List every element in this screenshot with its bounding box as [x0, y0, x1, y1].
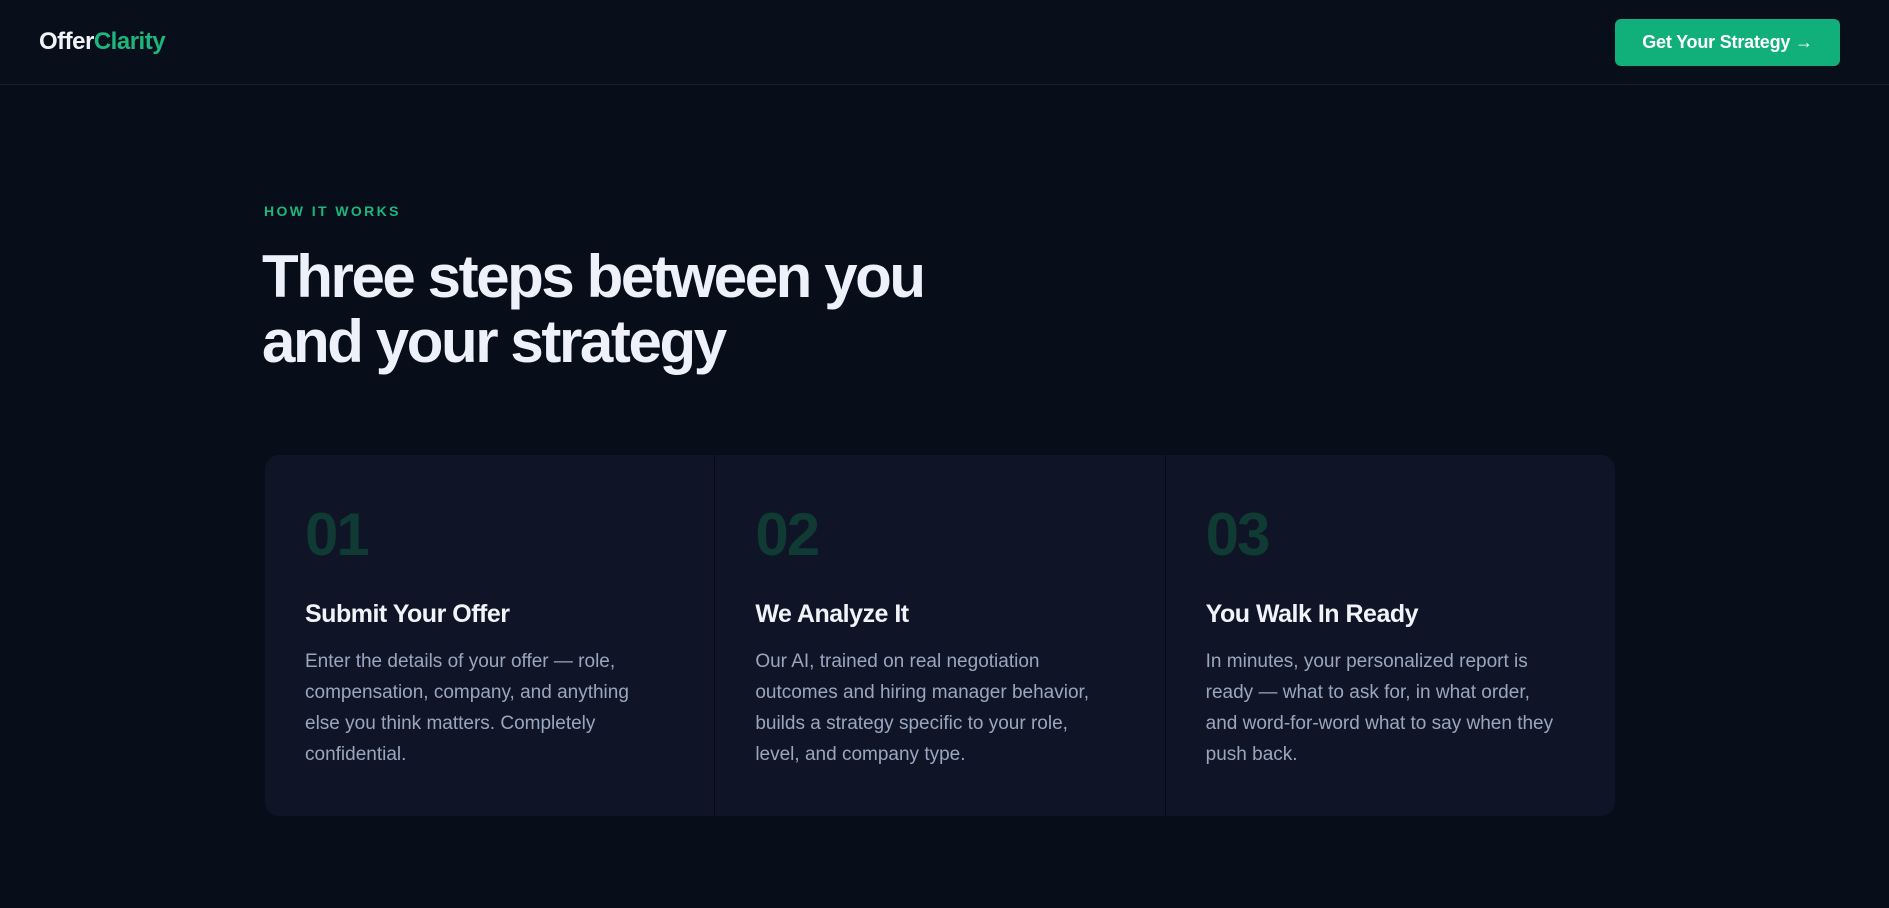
- step-title: Submit Your Offer: [305, 600, 510, 628]
- step-title: You Walk In Ready: [1205, 600, 1419, 628]
- headline-line-1: Three steps between you: [262, 243, 926, 310]
- section-headline: Three steps between you and your strateg…: [262, 244, 1022, 374]
- step-number: 01: [305, 501, 370, 568]
- step-card-1: 01 Submit Your Offer Enter the details o…: [265, 455, 716, 816]
- top-nav: OfferClarity Get Your Strategy →: [0, 0, 1889, 85]
- step-title: We Analyze It: [755, 600, 909, 628]
- step-description: In minutes, your personalized report is …: [1205, 651, 1554, 765]
- steps-grid: 01 Submit Your Offer Enter the details o…: [265, 455, 1615, 816]
- headline-line-2: and your strategy: [262, 308, 727, 375]
- section-eyebrow: HOW IT WORKS: [264, 203, 401, 219]
- step-number: 03: [1205, 501, 1271, 568]
- step-description: Enter the details of your offer — role, …: [305, 651, 629, 765]
- brand-logo[interactable]: OfferClarity: [39, 28, 166, 56]
- get-strategy-button[interactable]: Get Your Strategy →: [1615, 19, 1840, 66]
- step-number: 02: [755, 501, 820, 568]
- logo-primary-text: Offer: [39, 28, 94, 55]
- step-card-3: 03 You Walk In Ready In minutes, your pe…: [1166, 455, 1615, 816]
- step-card-2: 02 We Analyze It Our AI, trained on real…: [715, 455, 1166, 816]
- logo-accent-text: Clarity: [93, 28, 166, 55]
- step-description: Our AI, trained on real negotiation outc…: [755, 651, 1090, 765]
